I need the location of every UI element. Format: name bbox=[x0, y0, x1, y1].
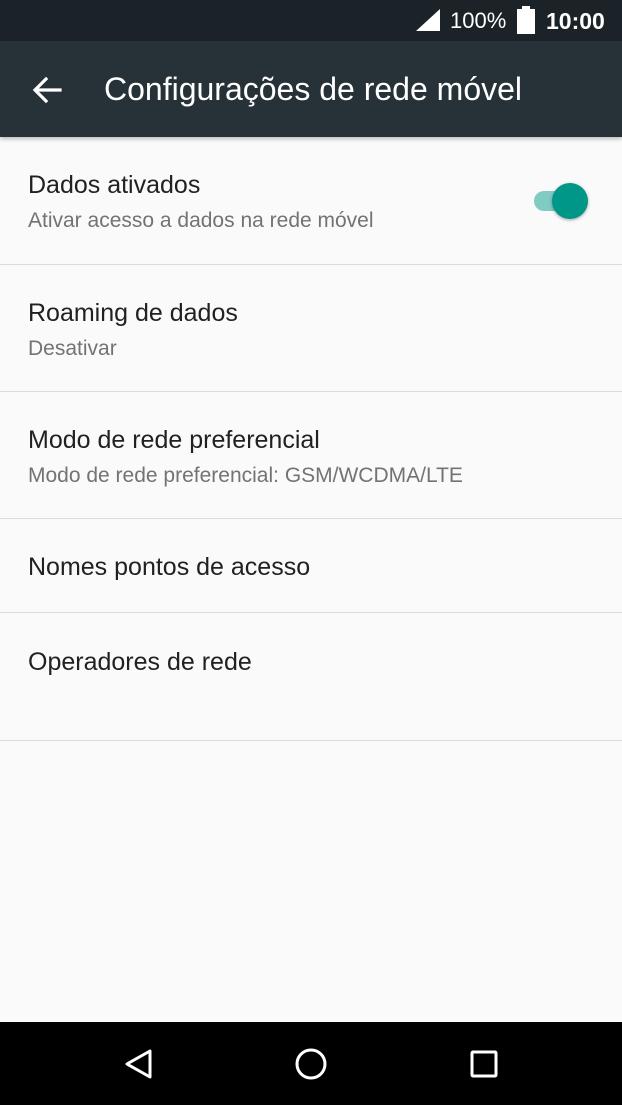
mobile-data-toggle[interactable] bbox=[532, 183, 588, 219]
back-triangle-icon[interactable] bbox=[119, 1044, 159, 1084]
recents-square-icon[interactable] bbox=[464, 1044, 504, 1084]
settings-list: Dados ativados Ativar acesso a dados na … bbox=[0, 137, 622, 741]
setting-item-access-point-names[interactable]: Nomes pontos de acesso bbox=[0, 519, 622, 613]
setting-item-data-roaming[interactable]: Roaming de dados Desativar bbox=[0, 265, 622, 392]
setting-label: Operadores de rede bbox=[28, 648, 252, 676]
arrow-left-icon[interactable] bbox=[26, 69, 68, 111]
app-bar: Configurações de rede móvel bbox=[0, 41, 622, 137]
setting-summary: Modo de rede preferencial: GSM/WCDMA/LTE bbox=[28, 464, 463, 487]
setting-summary: Desativar bbox=[28, 337, 117, 360]
toggle-thumb bbox=[552, 183, 588, 219]
battery-icon bbox=[517, 6, 535, 34]
status-bar: 100% 10:00 bbox=[0, 0, 622, 41]
setting-label: Modo de rede preferencial bbox=[28, 426, 320, 454]
setting-item-network-operators[interactable]: Operadores de rede bbox=[0, 613, 622, 741]
home-circle-icon[interactable] bbox=[291, 1044, 331, 1084]
navigation-bar bbox=[0, 1022, 622, 1105]
signal-icon bbox=[416, 9, 440, 31]
setting-item-preferred-network-mode[interactable]: Modo de rede preferencial Modo de rede p… bbox=[0, 392, 622, 519]
clock: 10:00 bbox=[546, 8, 605, 34]
setting-summary: Ativar acesso a dados na rede móvel bbox=[28, 209, 374, 232]
setting-item-mobile-data[interactable]: Dados ativados Ativar acesso a dados na … bbox=[0, 137, 622, 265]
setting-label: Dados ativados bbox=[28, 171, 201, 199]
setting-label: Roaming de dados bbox=[28, 299, 238, 327]
setting-label: Nomes pontos de acesso bbox=[28, 553, 311, 581]
battery-percent: 100% bbox=[450, 8, 507, 33]
page-title: Configurações de rede móvel bbox=[104, 71, 523, 107]
